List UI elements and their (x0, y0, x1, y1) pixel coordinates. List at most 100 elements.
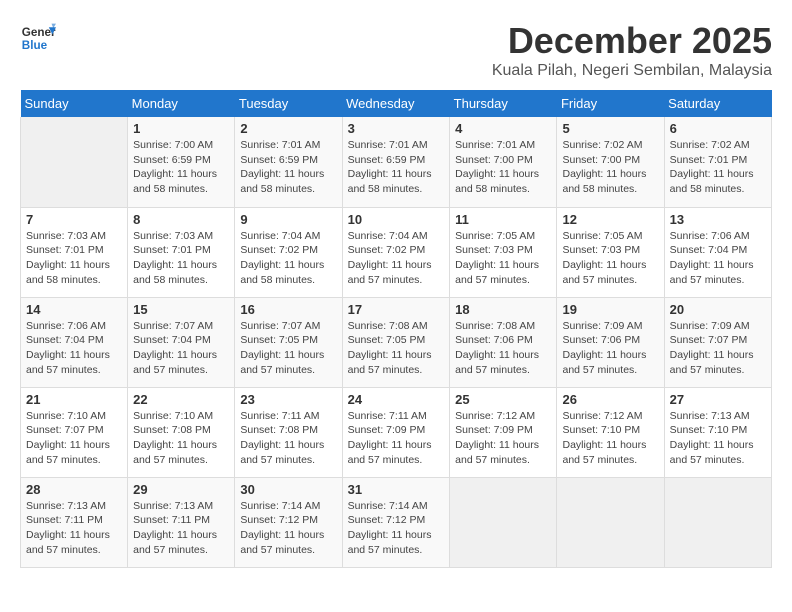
calendar-cell: 8 Sunrise: 7:03 AM Sunset: 7:01 PM Daylig… (128, 207, 235, 297)
day-number: 26 (562, 392, 658, 407)
day-info: Sunrise: 7:10 AM Sunset: 7:08 PM Dayligh… (133, 409, 229, 468)
day-number: 9 (240, 212, 336, 227)
header-thursday: Thursday (450, 90, 557, 117)
calendar-week-row: 1Sunrise: 7:00 AM Sunset: 6:59 PM Daylig… (21, 117, 772, 207)
day-number: 8 (133, 212, 229, 227)
month-title: December 2025 (492, 20, 772, 62)
calendar-cell: 16 Sunrise: 7:07 AM Sunset: 7:05 PM Dayli… (235, 297, 342, 387)
header-saturday: Saturday (664, 90, 771, 117)
calendar-week-row: 21Sunrise: 7:10 AM Sunset: 7:07 PM Dayli… (21, 387, 772, 477)
header-wednesday: Wednesday (342, 90, 450, 117)
day-info: Sunrise: 7:03 AM Sunset: 7:01 PM Dayligh… (133, 229, 229, 288)
calendar-week-row: 14 Sunrise: 7:06 AM Sunset: 7:04 PM Dayli… (21, 297, 772, 387)
calendar-header-row: SundayMondayTuesdayWednesdayThursdayFrid… (21, 90, 772, 117)
day-number: 2 (240, 121, 336, 136)
calendar-cell: 23 Sunrise: 7:11 AM Sunset: 7:08 PM Dayli… (235, 387, 342, 477)
header-monday: Monday (128, 90, 235, 117)
calendar-cell: 28 Sunrise: 7:13 AM Sunset: 7:11 PM Dayli… (21, 477, 128, 567)
calendar-cell: 19Sunrise: 7:09 AM Sunset: 7:06 PM Dayli… (557, 297, 664, 387)
logo-icon: General Blue (20, 20, 56, 56)
day-number: 20 (670, 302, 766, 317)
day-info: Sunrise: 7:01 AM Sunset: 7:00 PM Dayligh… (455, 138, 551, 197)
calendar-cell: 10 Sunrise: 7:04 AM Sunset: 7:02 PM Dayli… (342, 207, 450, 297)
calendar-table: SundayMondayTuesdayWednesdayThursdayFrid… (20, 90, 772, 568)
calendar-cell: 20 Sunrise: 7:09 AM Sunset: 7:07 PM Dayli… (664, 297, 771, 387)
header-tuesday: Tuesday (235, 90, 342, 117)
day-info: Sunrise: 7:01 AM Sunset: 6:59 PM Dayligh… (240, 138, 336, 197)
day-number: 17 (348, 302, 445, 317)
day-info: Sunrise: 7:12 AM Sunset: 7:10 PM Dayligh… (562, 409, 658, 468)
day-info: Sunrise: 7:01 AM Sunset: 6:59 PM Dayligh… (348, 138, 445, 197)
day-number: 11 (455, 212, 551, 227)
calendar-cell: 6 Sunrise: 7:02 AM Sunset: 7:01 PM Daylig… (664, 117, 771, 207)
title-block: December 2025 Kuala Pilah, Negeri Sembil… (492, 20, 772, 80)
day-number: 23 (240, 392, 336, 407)
page-header: General Blue December 2025 Kuala Pilah, … (20, 20, 772, 80)
calendar-cell: 9 Sunrise: 7:04 AM Sunset: 7:02 PM Daylig… (235, 207, 342, 297)
calendar-cell: 5Sunrise: 7:02 AM Sunset: 7:00 PM Daylig… (557, 117, 664, 207)
calendar-cell (450, 477, 557, 567)
day-info: Sunrise: 7:13 AM Sunset: 7:11 PM Dayligh… (26, 499, 122, 558)
day-info: Sunrise: 7:13 AM Sunset: 7:11 PM Dayligh… (133, 499, 229, 558)
day-info: Sunrise: 7:09 AM Sunset: 7:07 PM Dayligh… (670, 319, 766, 378)
day-info: Sunrise: 7:12 AM Sunset: 7:09 PM Dayligh… (455, 409, 551, 468)
calendar-cell: 14 Sunrise: 7:06 AM Sunset: 7:04 PM Dayli… (21, 297, 128, 387)
calendar-week-row: 7Sunrise: 7:03 AM Sunset: 7:01 PM Daylig… (21, 207, 772, 297)
day-info: Sunrise: 7:00 AM Sunset: 6:59 PM Dayligh… (133, 138, 229, 197)
day-info: Sunrise: 7:08 AM Sunset: 7:06 PM Dayligh… (455, 319, 551, 378)
calendar-cell: 22 Sunrise: 7:10 AM Sunset: 7:08 PM Dayli… (128, 387, 235, 477)
day-info: Sunrise: 7:05 AM Sunset: 7:03 PM Dayligh… (562, 229, 658, 288)
day-number: 19 (562, 302, 658, 317)
day-info: Sunrise: 7:11 AM Sunset: 7:08 PM Dayligh… (240, 409, 336, 468)
day-info: Sunrise: 7:14 AM Sunset: 7:12 PM Dayligh… (348, 499, 445, 558)
day-info: Sunrise: 7:07 AM Sunset: 7:05 PM Dayligh… (240, 319, 336, 378)
calendar-cell: 21Sunrise: 7:10 AM Sunset: 7:07 PM Dayli… (21, 387, 128, 477)
day-info: Sunrise: 7:03 AM Sunset: 7:01 PM Dayligh… (26, 229, 122, 288)
logo: General Blue (20, 20, 56, 56)
calendar-cell: 15 Sunrise: 7:07 AM Sunset: 7:04 PM Dayli… (128, 297, 235, 387)
calendar-cell: 11 Sunrise: 7:05 AM Sunset: 7:03 PM Dayli… (450, 207, 557, 297)
day-number: 29 (133, 482, 229, 497)
calendar-cell: 12Sunrise: 7:05 AM Sunset: 7:03 PM Dayli… (557, 207, 664, 297)
day-info: Sunrise: 7:02 AM Sunset: 7:01 PM Dayligh… (670, 138, 766, 197)
calendar-cell: 25 Sunrise: 7:12 AM Sunset: 7:09 PM Dayli… (450, 387, 557, 477)
calendar-cell: 30 Sunrise: 7:14 AM Sunset: 7:12 PM Dayli… (235, 477, 342, 567)
calendar-cell: 31Sunrise: 7:14 AM Sunset: 7:12 PM Dayli… (342, 477, 450, 567)
calendar-cell: 27Sunrise: 7:13 AM Sunset: 7:10 PM Dayli… (664, 387, 771, 477)
day-number: 30 (240, 482, 336, 497)
calendar-cell (21, 117, 128, 207)
calendar-cell: 29 Sunrise: 7:13 AM Sunset: 7:11 PM Dayli… (128, 477, 235, 567)
calendar-cell: 18 Sunrise: 7:08 AM Sunset: 7:06 PM Dayli… (450, 297, 557, 387)
day-info: Sunrise: 7:06 AM Sunset: 7:04 PM Dayligh… (26, 319, 122, 378)
day-number: 18 (455, 302, 551, 317)
day-info: Sunrise: 7:04 AM Sunset: 7:02 PM Dayligh… (348, 229, 445, 288)
svg-text:Blue: Blue (22, 39, 48, 52)
day-info: Sunrise: 7:06 AM Sunset: 7:04 PM Dayligh… (670, 229, 766, 288)
day-info: Sunrise: 7:04 AM Sunset: 7:02 PM Dayligh… (240, 229, 336, 288)
day-number: 28 (26, 482, 122, 497)
day-info: Sunrise: 7:14 AM Sunset: 7:12 PM Dayligh… (240, 499, 336, 558)
day-number: 22 (133, 392, 229, 407)
calendar-cell: 24Sunrise: 7:11 AM Sunset: 7:09 PM Dayli… (342, 387, 450, 477)
header-friday: Friday (557, 90, 664, 117)
day-info: Sunrise: 7:11 AM Sunset: 7:09 PM Dayligh… (348, 409, 445, 468)
day-info: Sunrise: 7:05 AM Sunset: 7:03 PM Dayligh… (455, 229, 551, 288)
day-number: 6 (670, 121, 766, 136)
day-number: 25 (455, 392, 551, 407)
calendar-cell: 4Sunrise: 7:01 AM Sunset: 7:00 PM Daylig… (450, 117, 557, 207)
location: Kuala Pilah, Negeri Sembilan, Malaysia (492, 62, 772, 80)
calendar-cell (557, 477, 664, 567)
calendar-week-row: 28 Sunrise: 7:13 AM Sunset: 7:11 PM Dayli… (21, 477, 772, 567)
day-number: 21 (26, 392, 122, 407)
day-number: 10 (348, 212, 445, 227)
day-info: Sunrise: 7:07 AM Sunset: 7:04 PM Dayligh… (133, 319, 229, 378)
calendar-cell: 17Sunrise: 7:08 AM Sunset: 7:05 PM Dayli… (342, 297, 450, 387)
day-info: Sunrise: 7:02 AM Sunset: 7:00 PM Dayligh… (562, 138, 658, 197)
calendar-cell: 2 Sunrise: 7:01 AM Sunset: 6:59 PM Daylig… (235, 117, 342, 207)
calendar-cell: 1Sunrise: 7:00 AM Sunset: 6:59 PM Daylig… (128, 117, 235, 207)
day-number: 15 (133, 302, 229, 317)
calendar-cell: 3Sunrise: 7:01 AM Sunset: 6:59 PM Daylig… (342, 117, 450, 207)
day-number: 14 (26, 302, 122, 317)
day-info: Sunrise: 7:13 AM Sunset: 7:10 PM Dayligh… (670, 409, 766, 468)
day-number: 16 (240, 302, 336, 317)
